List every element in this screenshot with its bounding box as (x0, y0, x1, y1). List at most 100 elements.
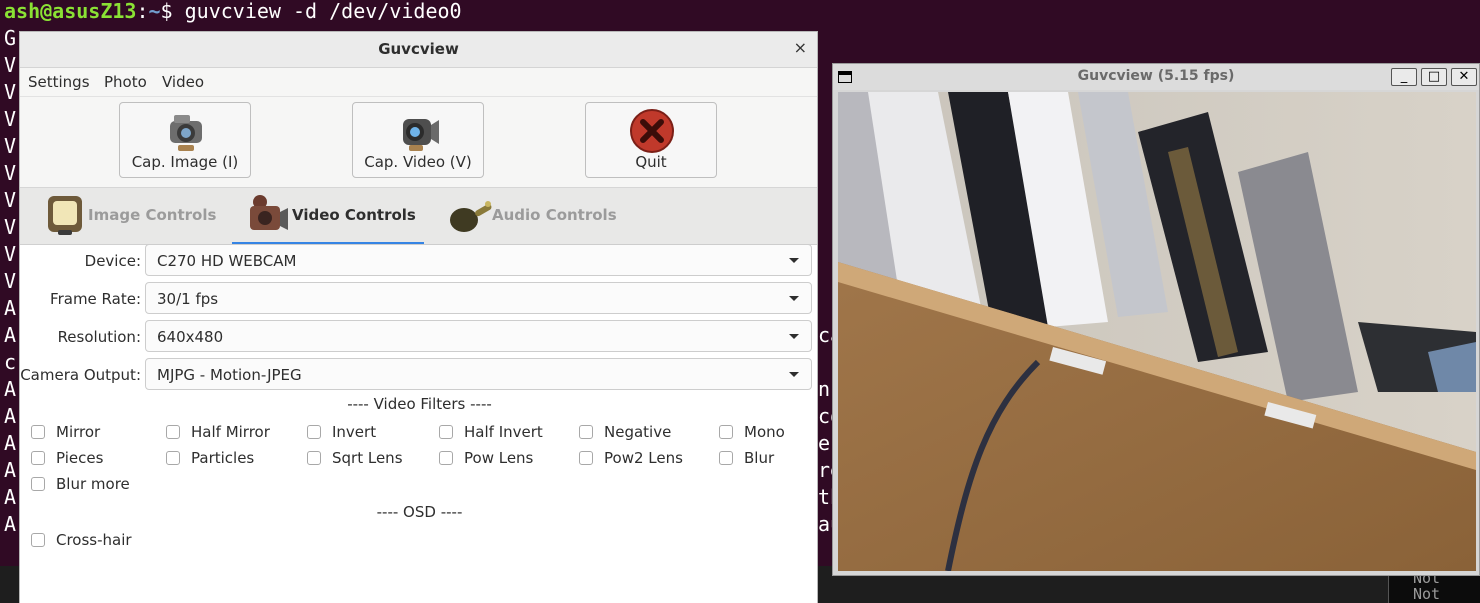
terminal-output-line: V (4, 161, 17, 185)
checkbox-label: Cross-hair (56, 531, 132, 549)
frame-rate-row: Frame Rate: 30/1 fps (20, 282, 819, 316)
menu-settings[interactable]: Settings (28, 73, 90, 91)
checkbox-label: Sqrt Lens (332, 449, 403, 467)
terminal-output-line: V (4, 188, 17, 212)
frame-rate-value: 30/1 fps (157, 290, 219, 308)
preview-window-title: Guvcview (5.15 fps) (1077, 68, 1235, 84)
capture-image-button[interactable]: Cap. Image (I) (119, 102, 251, 178)
close-button[interactable]: ✕ (1451, 68, 1477, 86)
terminal-output-line: A (4, 431, 17, 455)
resolution-select[interactable]: 640x480 (145, 320, 812, 352)
checkbox-box (31, 451, 45, 465)
monitor-icon (48, 196, 82, 235)
resolution-value: 640x480 (157, 328, 224, 346)
chevron-down-icon (789, 334, 799, 339)
checkbox-label: Blur more (56, 475, 130, 493)
guvcview-control-window: Guvcview × Settings Photo Video Cap. Ima… (19, 31, 818, 603)
terminal-output-fragment: n (818, 377, 831, 401)
resolution-row: Resolution: 640x480 (20, 320, 819, 354)
checkbox-box (439, 425, 453, 439)
control-titlebar[interactable]: Guvcview × (20, 32, 817, 68)
control-window-title: Guvcview (378, 40, 459, 58)
camera-output-value: MJPG - Motion-JPEG (157, 366, 302, 384)
checkbox-label: Particles (191, 449, 255, 467)
tab-label: Audio Controls (492, 206, 617, 224)
terminal-output-line: A (4, 458, 17, 482)
tab-video-controls[interactable]: Video Controls (232, 188, 424, 245)
checkbox-box (307, 451, 321, 465)
minimize-button[interactable]: _ (1391, 68, 1417, 86)
checkbox-label: Pow2 Lens (604, 449, 683, 467)
checkbox-box (579, 451, 593, 465)
terminal-output-line: A (4, 512, 17, 536)
maximize-button[interactable]: □ (1421, 68, 1447, 86)
chevron-down-icon (789, 296, 799, 301)
checkbox-box (439, 451, 453, 465)
terminal-output-line: A (4, 404, 17, 428)
camera-output-label: Camera Output: (20, 366, 141, 384)
checkbox-label: Mono (744, 423, 785, 441)
tab-label: Image Controls (88, 206, 217, 224)
camera-output-select[interactable]: MJPG - Motion-JPEG (145, 358, 812, 390)
checkbox-label: Mirror (56, 423, 101, 441)
tab-bar: Image Controls Video Controls Audio Cont… (20, 187, 817, 245)
terminal-output-line: V (4, 134, 17, 158)
checkbox-label: Pow Lens (464, 449, 534, 467)
terminal-output-line: V (4, 53, 17, 77)
checkbox-label: Half Mirror (191, 423, 270, 441)
checkbox-box (31, 533, 45, 547)
camera-output-row: Camera Output: MJPG - Motion-JPEG (20, 358, 819, 392)
chevron-down-icon (789, 372, 799, 377)
frame-rate-label: Frame Rate: (50, 290, 141, 308)
checkbox-box (166, 451, 180, 465)
capture-video-label: Cap. Video (V) (364, 153, 472, 171)
capture-image-label: Cap. Image (I) (131, 153, 239, 171)
frame-rate-select[interactable]: 30/1 fps (145, 282, 812, 314)
tab-image-controls[interactable]: Image Controls (40, 188, 220, 244)
device-row: Device: C270 HD WEBCAM (20, 244, 819, 278)
prompt-separator: : (136, 0, 149, 23)
terminal-output-line: A (4, 485, 17, 509)
osd-heading: ---- OSD ---- (376, 503, 463, 521)
microphone-icon (450, 201, 492, 232)
quit-button[interactable]: Quit (585, 102, 717, 178)
close-icon[interactable]: × (794, 38, 807, 57)
capture-video-button[interactable]: Cap. Video (V) (352, 102, 484, 178)
checkbox-box (719, 425, 733, 439)
quit-label: Quit (635, 153, 667, 171)
checkbox-box (579, 425, 593, 439)
terminal-output-line: A (4, 377, 17, 401)
checkbox-box (719, 451, 733, 465)
tab-label: Video Controls (292, 206, 416, 224)
terminal-prompt-line: ash@asusZ13:~$ guvcview -d /dev/video0 (4, 0, 462, 24)
menu-photo[interactable]: Photo (104, 73, 147, 91)
checkbox-box (307, 425, 321, 439)
device-value: C270 HD WEBCAM (157, 252, 297, 270)
checkbox-label: Half Invert (464, 423, 543, 441)
device-label: Device: (84, 252, 141, 270)
terminal-output-line: V (4, 107, 17, 131)
terminal-command: guvcview -d /dev/video0 (184, 0, 462, 23)
notification-text: Not (1413, 585, 1441, 603)
quit-x-icon (630, 109, 674, 153)
preview-titlebar[interactable]: Guvcview (5.15 fps) _ □ ✕ (833, 64, 1479, 90)
video-camera-icon (403, 119, 439, 151)
prompt-dollar: $ (160, 0, 173, 23)
resolution-label: Resolution: (57, 328, 141, 346)
camera-frame-illustration (838, 92, 1476, 571)
tab-audio-controls[interactable]: Audio Controls (446, 188, 636, 244)
checkbox-label: Blur (744, 449, 775, 467)
film-camera-icon (250, 195, 288, 230)
guvcview-preview-window: Guvcview (5.15 fps) _ □ ✕ (832, 63, 1480, 576)
terminal-output-line: G (4, 26, 17, 50)
terminal-output-line: V (4, 242, 17, 266)
video-filters-heading: ---- Video Filters ---- (347, 395, 492, 413)
device-select[interactable]: C270 HD WEBCAM (145, 244, 812, 276)
chevron-down-icon (789, 258, 799, 263)
checkbox-label: Negative (604, 423, 672, 441)
terminal-output-fragment: e (818, 431, 831, 455)
terminal-output-line: V (4, 215, 17, 239)
checkbox-box (166, 425, 180, 439)
menu-video[interactable]: Video (162, 73, 204, 91)
terminal-output-line: A (4, 296, 17, 320)
